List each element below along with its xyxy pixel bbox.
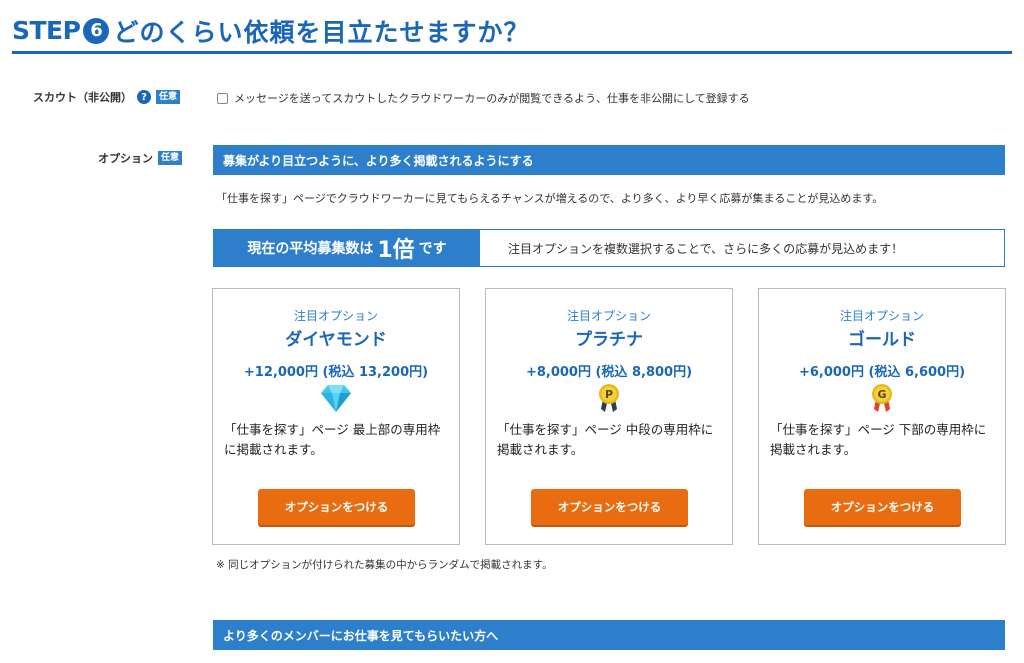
gold-medal-icon: G	[872, 384, 892, 412]
card-description: 「仕事を探す」ページ 最上部の専用枠に掲載されます。	[224, 422, 441, 457]
option-label: オプション	[98, 152, 153, 165]
step-word: STEP	[12, 16, 81, 45]
card-description: 「仕事を探す」ページ 中段の専用枠に掲載されます。	[497, 422, 714, 457]
card-price: +8,000円 (税込 8,800円)	[525, 365, 693, 380]
step-number-badge: 6	[83, 17, 110, 44]
avg-note: 注目オプションを複数選択することで、さらに多くの応募が見込めます！	[508, 241, 904, 256]
average-applicants-value: 現在の平均募集数は 1倍 です	[214, 230, 480, 266]
scout-checkbox[interactable]	[217, 92, 228, 104]
card-subtitle: 注目オプション	[566, 309, 651, 323]
optional-badge: 任意	[156, 90, 181, 104]
option-card-platinum: 注目オプション プラチナ +8,000円 (税込 8,800円) P 「仕事を探…	[485, 288, 733, 545]
option-card-gold: 注目オプション ゴールド +6,000円 (税込 6,600円) G 「仕事を探…	[758, 288, 1006, 545]
card-price: +6,000円 (税込 6,600円)	[798, 365, 966, 380]
card-name: プラチナ	[575, 330, 643, 350]
avg-suffix: です	[418, 241, 447, 257]
card-name: ダイヤモンド	[285, 330, 387, 350]
diamond-icon	[321, 385, 351, 412]
step-heading: どのくらい依頼を目立たせますか？	[113, 17, 530, 47]
gold-letter: G	[877, 388, 886, 401]
option-row-label: オプション 任意	[98, 150, 183, 166]
scout-private-option[interactable]: メッセージを送ってスカウトしたクラウドワーカーのみが閲覧できるよう、仕事を非公開…	[217, 90, 750, 106]
add-gold-option-button[interactable]: オプションをつける	[804, 489, 961, 525]
option-section-bar: 募集がより目立つように、より多く掲載されるようにする	[213, 145, 1005, 175]
option-card-diamond: 注目オプション ダイヤモンド +12,000円 (税込 13,200円) 「仕事…	[212, 288, 460, 545]
more-members-title: より多くのメンバーにお仕事を見てもらいたい方へ	[223, 628, 499, 643]
card-description: 「仕事を探す」ページ 下部の専用枠に掲載されます。	[770, 422, 987, 457]
card-name: ゴールド	[848, 330, 916, 350]
card-price: +12,000円 (税込 13,200円)	[243, 365, 429, 380]
platinum-medal-icon: P	[599, 384, 619, 412]
platinum-letter: P	[605, 388, 613, 401]
avg-value: 1倍	[377, 238, 415, 263]
optional-badge: 任意	[158, 151, 183, 165]
option-description: 「仕事を探す」ページでクラウドワーカーに見てもらえるチャンスが増えるので、より多…	[216, 192, 884, 205]
avg-prefix: 現在の平均募集数は	[247, 241, 374, 257]
add-diamond-option-button[interactable]: オプションをつける	[258, 489, 415, 525]
card-subtitle: 注目オプション	[293, 309, 378, 323]
more-members-bar: より多くのメンバーにお仕事を見てもらいたい方へ	[213, 620, 1005, 650]
average-applicants-box: 現在の平均募集数は 1倍 です 注目オプションを複数選択することで、さらに多くの…	[213, 229, 1005, 267]
card-subtitle: 注目オプション	[839, 309, 924, 323]
help-icon[interactable]: ?	[137, 90, 151, 104]
random-display-note: ※ 同じオプションが付けられた募集の中からランダムで掲載されます。	[216, 559, 553, 571]
step-title: STEP 6 どのくらい依頼を目立たせますか？	[12, 10, 1012, 54]
scout-row-label: スカウト（非公開） ? 任意	[33, 89, 181, 105]
scout-label: スカウト（非公開）	[33, 91, 132, 104]
scout-checkbox-label: メッセージを送ってスカウトしたクラウドワーカーのみが閲覧できるよう、仕事を非公開…	[234, 92, 750, 105]
option-section-title: 募集がより目立つように、より多く掲載されるようにする	[223, 153, 534, 168]
add-platinum-option-button[interactable]: オプションをつける	[531, 489, 688, 525]
